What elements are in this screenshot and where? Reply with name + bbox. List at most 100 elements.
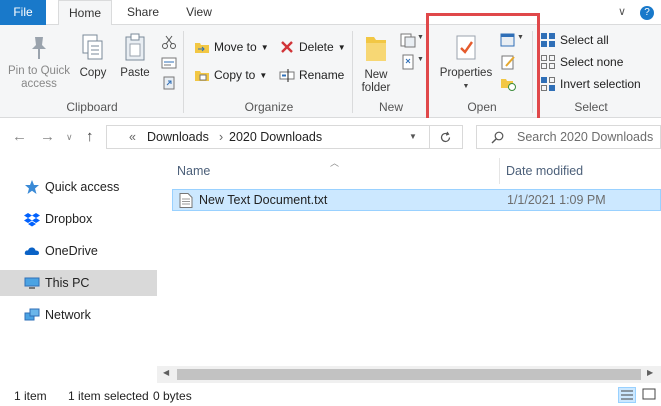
invert-selection-icon bbox=[541, 77, 555, 91]
sort-ascending-icon: ︿ bbox=[330, 158, 340, 168]
column-divider[interactable] bbox=[499, 158, 500, 184]
new-folder-label: New folder bbox=[361, 69, 391, 94]
address-divider bbox=[429, 126, 430, 148]
delete-icon bbox=[281, 41, 293, 53]
delete-button[interactable]: Delete ▼ bbox=[279, 37, 346, 57]
copy-to-label: Copy to bbox=[214, 68, 256, 82]
organize-group-label: Organize bbox=[244, 100, 294, 114]
chevron-down-icon: ▼ bbox=[259, 70, 268, 80]
pin-label: Pin to Quick access bbox=[8, 65, 70, 90]
column-header-name[interactable]: Name bbox=[177, 164, 210, 178]
copy-label: Copy bbox=[79, 67, 107, 79]
address-overflow[interactable]: « bbox=[129, 130, 136, 144]
tab-home[interactable]: Home bbox=[58, 0, 112, 26]
nav-item-dropbox[interactable]: Dropbox bbox=[0, 206, 157, 232]
select-all-button[interactable]: Select all bbox=[540, 30, 609, 50]
rename-button[interactable]: Rename bbox=[279, 65, 344, 85]
status-selected: 1 item selected bbox=[68, 389, 149, 403]
pin-icon bbox=[32, 37, 46, 59]
new-folder-button[interactable]: New folder bbox=[356, 33, 396, 95]
horizontal-scrollbar[interactable]: ◀ ▶ bbox=[157, 366, 661, 383]
breadcrumb-2020-downloads[interactable]: 2020 Downloads bbox=[229, 130, 322, 144]
select-all-icon bbox=[541, 33, 555, 47]
ribbon: Pin to Quick access Copy Paste Clipboard… bbox=[0, 25, 661, 118]
help-button[interactable]: ? bbox=[640, 6, 654, 20]
scrollbar-thumb[interactable] bbox=[177, 369, 641, 380]
select-none-button[interactable]: Select none bbox=[540, 52, 623, 72]
rename-label: Rename bbox=[299, 68, 345, 82]
dropbox-icon bbox=[24, 213, 40, 227]
search-box[interactable]: Search 2020 Downloads bbox=[476, 125, 661, 149]
invert-selection-label: Invert selection bbox=[560, 77, 641, 91]
nav-item-label: This PC bbox=[45, 276, 90, 290]
refresh-icon[interactable] bbox=[439, 131, 452, 144]
highlight-box bbox=[426, 13, 540, 123]
tab-view[interactable]: View bbox=[176, 0, 222, 25]
move-to-label: Move to bbox=[214, 40, 257, 54]
status-item-count: 1 item bbox=[14, 389, 47, 403]
chevron-down-icon: ▼ bbox=[417, 34, 424, 41]
details-view-icon bbox=[621, 390, 633, 400]
invert-selection-button[interactable]: Invert selection bbox=[540, 74, 641, 94]
chevron-down-icon: ▼ bbox=[417, 56, 424, 63]
large-icons-view-button[interactable] bbox=[641, 387, 659, 403]
minimize-ribbon-button[interactable]: ∨ bbox=[618, 5, 626, 18]
nav-item-this-pc[interactable]: This PC bbox=[0, 270, 157, 296]
forward-arrow-icon[interactable]: → bbox=[40, 128, 55, 145]
new-group-label: New bbox=[378, 100, 403, 114]
rename-icon bbox=[279, 69, 295, 82]
copy-button[interactable]: Copy bbox=[76, 33, 110, 80]
search-placeholder: Search 2020 Downloads bbox=[517, 130, 654, 144]
pin-to-quick-access-button[interactable]: Pin to Quick access bbox=[4, 35, 74, 91]
nav-item-onedrive[interactable]: OneDrive bbox=[0, 238, 157, 264]
details-view-button[interactable] bbox=[618, 387, 636, 403]
paste-shortcut-icon[interactable] bbox=[161, 75, 177, 91]
file-row[interactable]: New Text Document.txt 1/1/2021 1:09 PM bbox=[172, 189, 661, 211]
star-icon bbox=[25, 180, 39, 194]
new-item-icon[interactable] bbox=[400, 32, 416, 48]
text-file-icon bbox=[179, 193, 193, 208]
column-header-date-modified[interactable]: Date modified bbox=[506, 164, 583, 178]
select-group-label: Select bbox=[574, 100, 608, 114]
navigation-pane: Quick access Dropbox OneDrive This PC Ne… bbox=[0, 160, 157, 375]
delete-label: Delete bbox=[299, 40, 334, 54]
search-icon bbox=[491, 131, 504, 144]
onedrive-icon bbox=[24, 247, 39, 255]
nav-item-network[interactable]: Network bbox=[0, 302, 157, 328]
group-divider bbox=[352, 31, 353, 113]
scroll-left-icon[interactable]: ◀ bbox=[163, 368, 169, 377]
recent-locations-icon[interactable]: ∨ bbox=[66, 132, 73, 143]
breadcrumb-downloads[interactable]: Downloads bbox=[147, 130, 209, 144]
breadcrumb-separator[interactable]: › bbox=[219, 130, 223, 144]
copy-to-icon bbox=[195, 71, 209, 81]
address-dropdown-icon[interactable]: ▼ bbox=[409, 132, 417, 141]
select-none-icon bbox=[541, 55, 555, 69]
new-folder-icon bbox=[366, 37, 386, 61]
nav-item-label: Network bbox=[45, 308, 91, 322]
nav-item-label: Dropbox bbox=[45, 212, 93, 226]
paste-button[interactable]: Paste bbox=[118, 33, 152, 80]
nav-item-quick-access[interactable]: Quick access bbox=[0, 174, 157, 200]
cut-icon[interactable] bbox=[161, 34, 177, 50]
large-icons-view-icon bbox=[642, 388, 656, 400]
chevron-down-icon: ▼ bbox=[260, 42, 269, 52]
select-all-label: Select all bbox=[560, 33, 609, 47]
select-none-label: Select none bbox=[560, 55, 624, 69]
paste-icon bbox=[125, 33, 145, 61]
paste-label: Paste bbox=[120, 67, 150, 79]
easy-access-icon[interactable] bbox=[400, 54, 416, 70]
status-size: 0 bytes bbox=[153, 389, 192, 403]
address-bar[interactable]: « Downloads › 2020 Downloads ▼ bbox=[106, 125, 463, 149]
computer-icon bbox=[24, 277, 40, 289]
tab-share[interactable]: Share bbox=[120, 0, 166, 25]
file-name: New Text Document.txt bbox=[199, 193, 328, 207]
tab-file[interactable]: File bbox=[0, 0, 46, 25]
move-to-button[interactable]: Move to ▼ bbox=[194, 37, 269, 57]
nav-item-label: OneDrive bbox=[45, 244, 98, 258]
copy-to-button[interactable]: Copy to ▼ bbox=[194, 65, 267, 85]
copy-path-icon[interactable] bbox=[161, 55, 177, 71]
up-arrow-icon[interactable]: ↑ bbox=[86, 128, 94, 145]
scroll-right-icon[interactable]: ▶ bbox=[647, 368, 653, 377]
nav-item-label: Quick access bbox=[45, 180, 120, 194]
back-arrow-icon[interactable]: ← bbox=[12, 128, 27, 145]
